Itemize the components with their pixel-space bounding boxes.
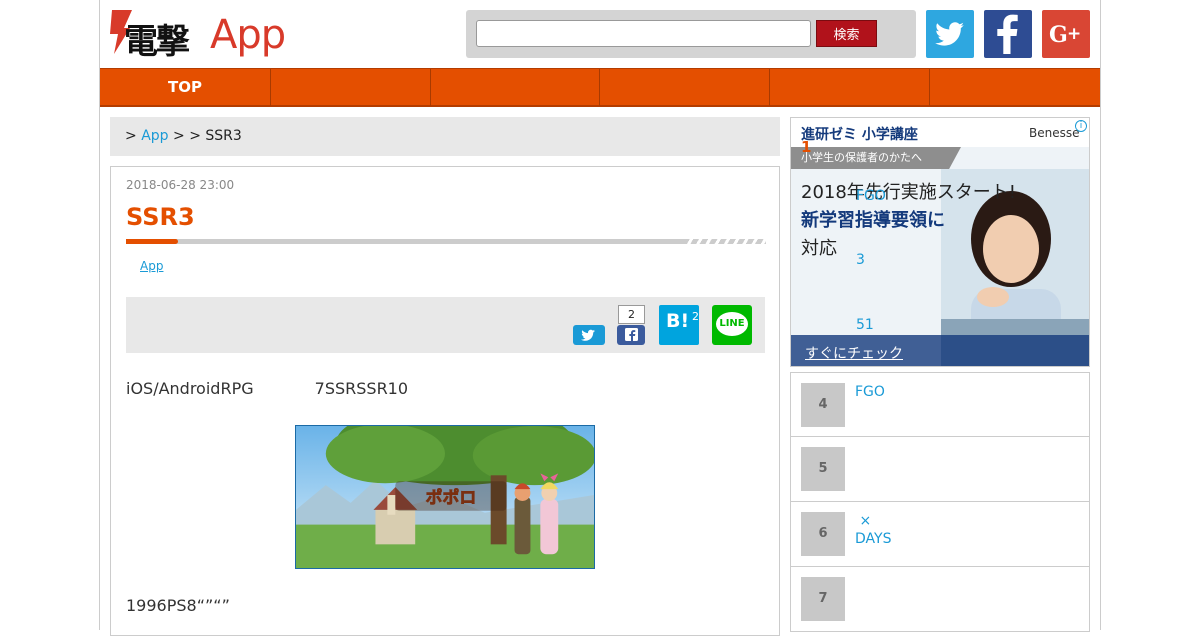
ad-headline-end: 対応	[801, 238, 837, 259]
search-button[interactable]: 検索	[816, 20, 877, 47]
game-key-art: ポポロ	[296, 426, 594, 568]
ranking-link-3[interactable]: 51	[856, 317, 874, 333]
article-hero-image[interactable]: ポポロ	[295, 425, 595, 569]
article-title: SSR3	[126, 203, 195, 231]
nav-item-top[interactable]: TOP	[100, 69, 271, 106]
title-underline-accent	[126, 239, 178, 244]
search-box: 検索	[466, 10, 916, 58]
twitter-icon	[935, 22, 964, 46]
ranking-title[interactable]: × DAYS	[855, 512, 891, 548]
nav-item-5[interactable]	[770, 69, 930, 106]
google-plus-icon: G +	[1049, 22, 1081, 48]
site-logo[interactable]: 電撃 App	[110, 8, 300, 62]
ranking-number: 6	[801, 512, 845, 556]
search-input[interactable]	[476, 20, 811, 47]
title-underline-dash	[684, 239, 766, 244]
svg-text:ポポロ: ポポロ	[426, 487, 477, 507]
article-date: 2018-06-28 23:00	[126, 178, 235, 192]
ad-cta-strip: すぐにチェック	[791, 335, 1089, 366]
ad-info-icon[interactable]: i	[1075, 120, 1087, 132]
ranking-number: 4	[801, 383, 845, 427]
ad-headline: 2018年先行実施スタート!	[801, 182, 1017, 203]
svg-text:+: +	[1067, 24, 1081, 44]
hatena-label: B!	[666, 310, 690, 332]
line-icon: LINE	[716, 312, 748, 336]
breadcrumb-separator: >	[125, 128, 137, 144]
article-paragraph: iOS/AndroidRPG 7SSRSSR10	[126, 379, 409, 398]
tweet-button[interactable]	[573, 325, 605, 345]
twitter-header-button[interactable]	[926, 10, 974, 58]
category-link[interactable]: App	[140, 259, 163, 273]
facebook-icon	[625, 328, 638, 341]
ad-header: 進研ゼミ 小学講座 Benesse i	[791, 118, 1089, 147]
breadcrumb-separator: >	[173, 128, 185, 144]
main-nav: TOP	[100, 68, 1100, 107]
hatena-count: 2	[692, 310, 699, 323]
article-paragraph: 1996PS8“”“”	[126, 596, 230, 615]
facebook-header-button[interactable]	[984, 10, 1032, 58]
ad-cta-link[interactable]: すぐにチェック	[805, 343, 903, 363]
ad-brand: 進研ゼミ 小学講座	[801, 127, 918, 143]
facebook-icon	[997, 14, 1018, 55]
page: 電撃 App 検索 G + TOP > App > > SSR3 2018-06…	[99, 0, 1101, 636]
breadcrumb-current: SSR3	[205, 128, 242, 144]
ranking-row[interactable]: 6 × DAYS	[790, 502, 1090, 567]
nav-item-2[interactable]	[271, 69, 431, 106]
sidebar: 進研ゼミ 小学講座 Benesse i 小学生の保護者のかたへ 2018年先行実…	[790, 117, 1090, 632]
ranking-row[interactable]: 7	[790, 567, 1090, 632]
hatena-bookmark-button[interactable]: B! 2	[659, 305, 699, 345]
ranking-number-1: 1	[801, 138, 812, 156]
logo-kanji: 電撃	[124, 22, 190, 62]
ad-headline-emphasis: 新学習指導要領に	[801, 210, 945, 231]
title-underline	[126, 239, 766, 244]
twitter-icon	[581, 329, 595, 341]
ranking-link-2[interactable]: 3	[856, 252, 865, 268]
nav-item-6[interactable]	[930, 69, 1100, 106]
facebook-share-button[interactable]	[617, 325, 645, 345]
logo-app: App	[210, 12, 286, 58]
breadcrumb-link-app[interactable]: App	[141, 128, 168, 144]
nav-item-3[interactable]	[431, 69, 600, 106]
ranking-number: 5	[801, 447, 845, 491]
share-bar: 2 B! 2 LINE	[126, 297, 765, 353]
google-plus-header-button[interactable]: G +	[1042, 10, 1090, 58]
ranking-row[interactable]: 4 FGO	[790, 372, 1090, 437]
line-share-button[interactable]: LINE	[712, 305, 752, 345]
ad-tag: 小学生の保護者のかたへ	[791, 147, 961, 169]
ranking-row[interactable]: 5	[790, 437, 1090, 502]
ranking-title[interactable]: FGO	[855, 383, 885, 401]
ranking-number: 7	[801, 577, 845, 621]
article: 2018-06-28 23:00 SSR3 App 2 B! 2 LINE iO…	[110, 166, 780, 636]
svg-text:G: G	[1049, 22, 1068, 48]
nav-item-4[interactable]	[600, 69, 770, 106]
breadcrumb: > App > > SSR3	[110, 117, 780, 156]
ad-brand-logo: Benesse	[1029, 126, 1080, 140]
facebook-share-count: 2	[618, 305, 645, 324]
ad-banner[interactable]: 進研ゼミ 小学講座 Benesse i 小学生の保護者のかたへ 2018年先行実…	[790, 117, 1090, 367]
ranking-link-1[interactable]: FGO	[856, 188, 886, 204]
breadcrumb-separator: >	[189, 128, 201, 144]
